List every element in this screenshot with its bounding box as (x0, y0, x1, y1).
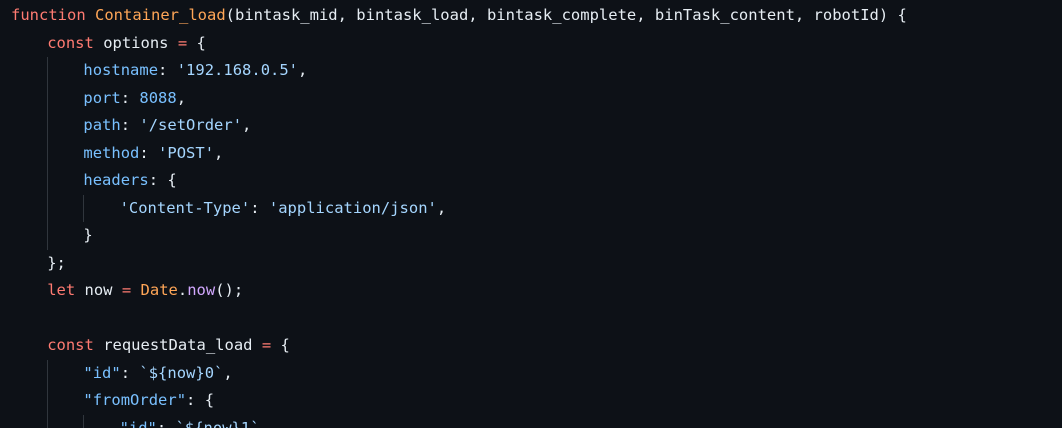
indent-guide (11, 222, 47, 250)
code-token: '/setOrder' (139, 116, 243, 134)
code-token: . (177, 281, 188, 299)
indent-guide (47, 359, 83, 387)
code-token: = (261, 336, 272, 354)
indent-guide (83, 414, 119, 428)
indent-guide (11, 140, 47, 168)
code-token: = (121, 281, 132, 299)
indent-guide (11, 332, 47, 360)
code-line: hostname: '192.168.0.5', (11, 57, 907, 85)
indent-guide (11, 85, 47, 113)
indent-guide (11, 250, 47, 278)
code-token: { (187, 33, 206, 52)
code-token: now (187, 281, 216, 299)
code-token: = (177, 33, 188, 52)
indent-guide (11, 360, 47, 388)
code-token: : (139, 143, 159, 162)
code-token: Date (140, 281, 178, 299)
code-token: 8088 (139, 88, 177, 107)
code-viewer: function Container_load (bintask_mid, bin… (0, 0, 1062, 428)
code-line: } (11, 222, 907, 250)
code-token: , (436, 198, 447, 217)
indent-guide (11, 167, 47, 195)
indent-guide (11, 57, 47, 85)
indent-guide (47, 222, 83, 250)
code-token: Container_load (95, 6, 226, 24)
code-token: "id" (83, 363, 121, 382)
code-token: hostname (83, 61, 159, 79)
code-line: "fromOrder": { (11, 387, 907, 415)
indent-guide (11, 387, 47, 415)
indent-guide (11, 30, 47, 58)
code-line: }; (11, 250, 907, 278)
code-line: path: '/setOrder', (11, 112, 907, 140)
code-token: : { (148, 171, 177, 189)
code-token: (); (215, 281, 244, 299)
code-token: let (47, 281, 76, 299)
code-token: , (214, 143, 224, 162)
code-token: port (83, 88, 121, 107)
code-line: headers: { (11, 167, 907, 195)
code-token: "fromOrder" (83, 391, 187, 409)
indent-guide (47, 112, 83, 140)
code-token: '192.168.0.5' (176, 61, 299, 79)
code-token: : { (186, 391, 215, 409)
code-token: : (250, 198, 269, 217)
code-token: now (75, 281, 122, 299)
code-token: , (242, 116, 252, 134)
code-token: const (47, 33, 94, 52)
indent-guide (47, 414, 83, 428)
code-token: const (47, 336, 94, 354)
code-line: method: 'POST', (11, 139, 907, 168)
indent-guide (47, 84, 83, 112)
code-token: : (120, 116, 140, 134)
code-token: "id" (119, 418, 157, 428)
indent-guide (47, 387, 83, 415)
indent-guide (11, 277, 47, 305)
indent-guide (47, 194, 83, 222)
code-token: }; (47, 253, 66, 272)
code-token: , (223, 363, 233, 382)
code-token: method (83, 143, 140, 162)
code-token: : (156, 418, 176, 428)
code-token: (bintask_mid, bintask_load, bintask_comp… (225, 6, 907, 24)
code-token: `${now}0` (139, 363, 224, 382)
code-line: "id": `${now}1` (11, 414, 907, 428)
code-token: : (120, 88, 140, 107)
code-token: : (120, 363, 140, 382)
code-line: let now = Date. now (); (11, 277, 907, 305)
code-token: { (271, 336, 290, 354)
code-block: function Container_load (bintask_mid, bin… (11, 2, 907, 428)
code-token: 'Content-Type' (119, 198, 251, 217)
code-token: , (176, 88, 187, 107)
code-line: const options = { (11, 30, 907, 58)
code-line: function Container_load (bintask_mid, bin… (11, 2, 907, 30)
code-token: requestData_load (93, 336, 262, 354)
code-line: 'Content-Type': 'application/json', (11, 194, 907, 223)
code-line: port: 8088, (11, 84, 907, 113)
code-token: , (298, 61, 308, 79)
code-token: path (83, 116, 121, 134)
indent-guide (47, 139, 83, 167)
code-token: function (11, 6, 86, 24)
code-token: : (158, 61, 177, 79)
code-token: 'POST' (158, 143, 215, 162)
indent-guide (11, 112, 47, 140)
indent-guide (47, 167, 83, 195)
code-token: } (83, 226, 93, 244)
indent-guide (11, 195, 47, 223)
code-token: 'application/json' (268, 198, 437, 217)
indent-guide (83, 194, 119, 222)
code-line: const requestData_load = { (11, 332, 907, 360)
code-token: `${now}1` (175, 418, 260, 428)
code-line: "id": `${now}0`, (11, 359, 907, 388)
code-token: headers (83, 171, 149, 189)
code-token: options (93, 33, 178, 52)
indent-guide (47, 57, 83, 85)
indent-guide (11, 415, 47, 428)
